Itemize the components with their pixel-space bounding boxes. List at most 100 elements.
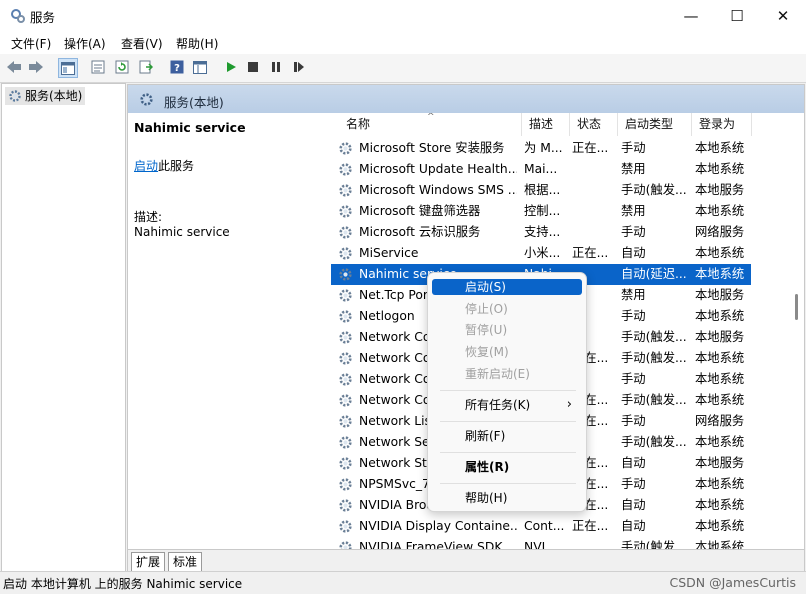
menu-item-label: 刷新(F) bbox=[465, 429, 506, 443]
menu-action[interactable]: 操作(A) bbox=[64, 35, 106, 52]
cell-description: 支持... bbox=[524, 225, 561, 239]
menu-item-refresh[interactable]: 刷新(F) bbox=[432, 428, 582, 444]
service-gear-icon bbox=[338, 330, 353, 345]
vertical-scrollbar[interactable] bbox=[790, 113, 804, 549]
cell-startup-type: 手动(触发... bbox=[621, 540, 687, 549]
table-row[interactable]: Microsoft 键盘筛选器 控制... 禁用 本地系统 bbox=[331, 201, 751, 222]
start-service-icon[interactable] bbox=[222, 58, 240, 76]
back-arrow-icon[interactable] bbox=[5, 58, 23, 76]
cell-logon: 本地系统 bbox=[695, 204, 745, 218]
view-icon[interactable] bbox=[191, 58, 209, 76]
cell-startup-type: 自动 bbox=[621, 498, 646, 512]
cell-description: 小米... bbox=[524, 246, 561, 260]
view-tabs: 扩展 标准 bbox=[128, 549, 804, 572]
cell-startup-type: 手动 bbox=[621, 141, 646, 155]
cell-name: Microsoft Store 安装服务 bbox=[359, 141, 505, 155]
cell-logon: 本地服务 bbox=[695, 456, 745, 470]
service-gear-icon bbox=[338, 456, 353, 471]
services-app-icon bbox=[11, 9, 25, 23]
cell-logon: 本地系统 bbox=[695, 393, 745, 407]
minimize-icon: — bbox=[683, 7, 699, 25]
cell-logon: 本地服务 bbox=[695, 288, 745, 302]
column-header-status[interactable]: 状态 bbox=[570, 113, 618, 136]
menu-item-properties[interactable]: 属性(R) bbox=[432, 459, 582, 475]
panel-header: 服务(本地) bbox=[128, 85, 804, 113]
service-gear-icon bbox=[338, 498, 353, 513]
cell-logon: 本地系统 bbox=[695, 141, 745, 155]
menu-item-label: 帮助(H) bbox=[465, 491, 508, 505]
menu-item-all-tasks[interactable]: 所有任务(K) › bbox=[432, 397, 582, 413]
service-gear-icon bbox=[338, 414, 353, 429]
tab-standard[interactable]: 标准 bbox=[168, 552, 203, 572]
cell-startup-type: 禁用 bbox=[621, 162, 646, 176]
menu-help[interactable]: 帮助(H) bbox=[176, 35, 218, 52]
table-row[interactable]: NVIDIA Display Containe... Cont... 正在... 自动… bbox=[331, 516, 751, 537]
column-header-description[interactable]: 描述 bbox=[522, 113, 570, 136]
cell-name: Microsoft 键盘筛选器 bbox=[359, 204, 481, 218]
start-service-link[interactable]: 启动 bbox=[134, 159, 158, 173]
menu-item-label: 暂停(U) bbox=[465, 323, 508, 337]
menu-item-stop[interactable]: 停止(O) bbox=[432, 301, 582, 317]
menu-item-help[interactable]: 帮助(H) bbox=[432, 490, 582, 506]
cell-name: Microsoft Update Health... bbox=[359, 162, 517, 176]
restart-service-icon[interactable] bbox=[290, 58, 308, 76]
table-row[interactable]: Microsoft 云标识服务 支持... 手动 网络服务 bbox=[331, 222, 751, 243]
refresh-icon[interactable] bbox=[113, 58, 131, 76]
maximize-icon: ☐ bbox=[730, 7, 744, 25]
export-list-icon[interactable] bbox=[137, 58, 155, 76]
tree-item-services-local[interactable]: 服务(本地) bbox=[5, 87, 86, 105]
table-row[interactable]: Microsoft Update Health... Mai... 禁用 本地系统 bbox=[331, 159, 751, 180]
menu-separator bbox=[440, 452, 576, 453]
pause-service-icon[interactable] bbox=[267, 58, 285, 76]
cell-logon: 本地系统 bbox=[695, 519, 745, 533]
cell-description: Cont... bbox=[524, 519, 565, 533]
table-row[interactable]: Microsoft Windows SMS ... 根据... 手动(触发... 本地… bbox=[331, 180, 751, 201]
cell-logon: 本地系统 bbox=[695, 540, 745, 549]
tab-extended[interactable]: 扩展 bbox=[131, 552, 166, 572]
menu-view[interactable]: 查看(V) bbox=[121, 35, 163, 52]
cell-startup-type: 手动 bbox=[621, 372, 646, 386]
cell-description: 为 M... bbox=[524, 141, 563, 155]
cell-logon: 本地系统 bbox=[695, 246, 745, 260]
service-gear-icon bbox=[338, 246, 353, 261]
table-row[interactable]: NVIDIA FrameView SDK NVI... 手动(触发... 本地系统 bbox=[331, 537, 751, 549]
service-gear-icon bbox=[338, 204, 353, 219]
stop-service-icon[interactable] bbox=[244, 58, 262, 76]
menu-item-label: 停止(O) bbox=[465, 302, 508, 316]
description-value: Nahimic service bbox=[134, 225, 230, 239]
cell-startup-type: 手动(触发... bbox=[621, 393, 687, 407]
scrollbar-thumb[interactable] bbox=[795, 294, 798, 320]
menu-item-pause[interactable]: 暂停(U) bbox=[432, 322, 582, 338]
cell-logon: 本地系统 bbox=[695, 372, 745, 386]
properties-icon[interactable] bbox=[89, 58, 107, 76]
show-hide-tree-icon[interactable] bbox=[58, 58, 78, 78]
context-menu: 启动(S) 停止(O) 暂停(U) 恢复(M) 重新启动(E) 所有任务(K) ›… bbox=[427, 272, 587, 512]
menu-file[interactable]: 文件(F) bbox=[11, 35, 51, 52]
menu-item-resume[interactable]: 恢复(M) bbox=[432, 344, 582, 360]
table-row[interactable]: Microsoft Store 安装服务 为 M... 正在... 手动 本地系统 bbox=[331, 138, 751, 159]
column-header-logon[interactable]: 登录为 bbox=[692, 113, 752, 136]
service-gear-icon bbox=[338, 225, 353, 240]
cell-startup-type: 自动 bbox=[621, 246, 646, 260]
cell-logon: 本地系统 bbox=[695, 351, 745, 365]
svg-text:?: ? bbox=[174, 63, 180, 74]
forward-arrow-icon[interactable] bbox=[27, 58, 45, 76]
close-button[interactable]: ✕ bbox=[760, 0, 806, 32]
cell-description: Mai... bbox=[524, 162, 558, 176]
service-gear-icon bbox=[338, 351, 353, 366]
table-row[interactable]: MiService 小米... 正在... 自动 本地系统 bbox=[331, 243, 751, 264]
minimize-button[interactable]: — bbox=[668, 0, 714, 32]
menu-separator bbox=[440, 421, 576, 422]
help-icon[interactable]: ? bbox=[168, 58, 186, 76]
maximize-button[interactable]: ☐ bbox=[714, 0, 760, 32]
service-gear-icon bbox=[338, 288, 353, 303]
watermark: CSDN @JamesCurtis bbox=[669, 575, 796, 590]
service-gear-icon bbox=[338, 477, 353, 492]
menu-item-label: 所有任务(K) bbox=[465, 398, 531, 412]
service-gear-icon bbox=[338, 540, 353, 549]
menu-item-start[interactable]: 启动(S) bbox=[432, 279, 582, 295]
column-header-startup-type[interactable]: 启动类型 bbox=[618, 113, 692, 136]
cell-name: MiService bbox=[359, 246, 419, 260]
column-header-name[interactable]: 名称 bbox=[339, 113, 522, 136]
menu-item-restart[interactable]: 重新启动(E) bbox=[432, 366, 582, 382]
